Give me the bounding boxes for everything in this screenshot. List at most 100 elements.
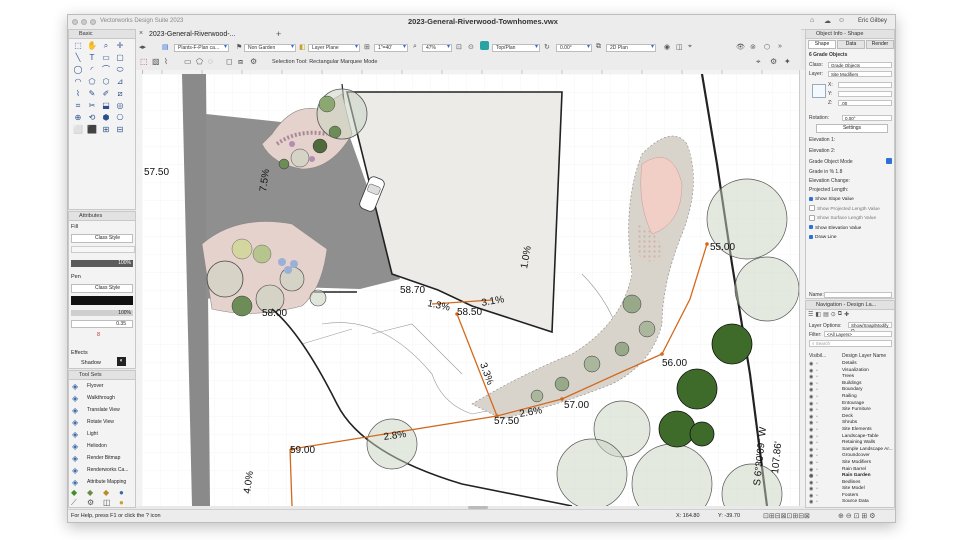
search-input[interactable]: ⌕ Search (809, 340, 892, 347)
basic-tool-icon[interactable]: ◎ (113, 100, 127, 112)
basic-tool-icon[interactable]: ⬢ (99, 112, 113, 124)
basic-tool-icon[interactable]: ⊟ (113, 124, 127, 136)
basic-tool-icon[interactable]: ⬠ (85, 76, 99, 88)
y-field[interactable] (838, 91, 892, 97)
layer-visibility-icon[interactable]: ◉ (809, 407, 813, 414)
basic-tool-icon[interactable]: ⬚ (71, 40, 85, 52)
back-icon[interactable]: ◂▸ (139, 43, 146, 51)
group-icon[interactable]: ⧈ (238, 57, 243, 67)
basic-tool-icon[interactable]: ⊿ (113, 76, 127, 88)
camera-view-icon[interactable]: ⊚ (750, 43, 756, 51)
layer-visibility-icon[interactable]: ◉ (809, 401, 813, 408)
lighting-icon[interactable]: ⊙ (468, 43, 474, 51)
lasso-mode-icon[interactable]: ⌇ (164, 57, 168, 66)
basic-tool-icon[interactable]: ⌗ (71, 100, 85, 112)
basic-tool-icon[interactable]: ⬛ (85, 124, 99, 136)
layer-visibility-icon[interactable]: ◉ (809, 361, 813, 368)
refs-tab-icon[interactable]: ⧉ (838, 311, 842, 320)
drawing-canvas[interactable]: 57.50 7.5% 1.0% 58.70 1.3% 58.50 3.1% 58… (142, 74, 799, 506)
layer-visibility-icon[interactable]: ◉ (809, 440, 813, 447)
option-checkbox[interactable]: Show Projected Length Value (809, 205, 894, 215)
smart-point-icon[interactable]: ✦ (784, 57, 791, 66)
layer-visibility-icon[interactable]: ◉ (809, 493, 813, 500)
basic-tool-icon[interactable]: ╲ (71, 52, 85, 64)
cloud-icon[interactable]: ☁ (824, 17, 831, 25)
layer-row[interactable]: ◉ ▫ Groundcover (806, 453, 895, 460)
layer-visibility-icon[interactable]: ◉ (809, 499, 813, 506)
select-rect-icon[interactable]: ▭ (184, 57, 192, 66)
render-mode-combo[interactable]: 2D Plan (606, 44, 656, 52)
layer-icon[interactable]: ◧ (299, 43, 306, 51)
new-tab-icon[interactable]: + (276, 29, 281, 39)
select-lasso-icon[interactable]: ◌ (208, 57, 213, 66)
user-icon[interactable]: ☺ (838, 17, 845, 24)
symbols-tab-icon[interactable]: ✚ (844, 311, 849, 320)
saved-view-icon[interactable]: ▤ (162, 43, 169, 51)
tool-set-item[interactable]: ◈ Attribute Mapping (69, 476, 137, 488)
clip-cube-icon[interactable]: ◫ (676, 43, 683, 51)
basic-tool-icon[interactable]: ✛ (113, 40, 127, 52)
grade-mode-dropdown[interactable] (886, 158, 892, 164)
layer-visibility-icon[interactable]: ◉ (809, 374, 813, 381)
detailing-icon[interactable]: ⚙ (87, 498, 103, 508)
layer-visibility-icon[interactable]: ◉ (809, 486, 813, 493)
layer-row[interactable]: ◉ ▫ Railing (806, 394, 895, 401)
pen-swatch[interactable] (71, 296, 133, 305)
layer-visibility-icon[interactable]: ◉ (809, 453, 813, 460)
building-shell-icon[interactable]: ◆ (103, 488, 119, 498)
layers-tab-icon[interactable]: ◧ (815, 311, 821, 320)
basic-tool-icon[interactable]: ◯ (71, 64, 85, 76)
tool-set-item[interactable]: ◈ Rotate View (69, 416, 137, 428)
layer-visibility-icon[interactable]: ⧉ (596, 43, 601, 51)
option-checkbox[interactable]: Show Elevation Value (809, 224, 894, 234)
tool-set-item[interactable]: ◈ Light (69, 428, 137, 440)
scale-icon[interactable]: ⊞ (364, 43, 370, 51)
layer-visibility-icon[interactable]: ◉ (809, 480, 813, 487)
snap-toggles-icon[interactable]: ⊡⊞⊟⊠⊡⊞⊟⊠ (763, 510, 810, 522)
angle-combo[interactable]: 0.00° (556, 44, 592, 52)
zoom-combo[interactable]: 47% (422, 44, 452, 52)
basic-tool-icon[interactable]: ⌕ (99, 40, 113, 52)
pen-opacity[interactable]: 100% (71, 310, 133, 316)
palette-controls-icon[interactable]: ⊕ ⊖ ⊡ ⊞ ⚙ (838, 510, 876, 522)
fill-opacity[interactable]: 100% (71, 260, 133, 267)
layer-visibility-icon[interactable]: ◉ (809, 368, 813, 375)
class-combo[interactable]: Non Garden (244, 44, 296, 52)
tool-set-item[interactable]: ◈ Renderworks Ca... (69, 464, 137, 476)
shadow-toggle-icon[interactable]: ◐ (117, 357, 126, 366)
layer-row[interactable]: ◉ ▫ Source Data (806, 499, 895, 506)
visibility-icon[interactable]: ◉ (664, 43, 670, 51)
tool-set-item[interactable]: ◈ Translate View (69, 404, 137, 416)
pen-style-select[interactable]: Class Style (71, 284, 133, 293)
snap-settings-icon[interactable]: ⚙ (770, 57, 777, 66)
fill-swatch[interactable] (71, 246, 135, 253)
document-tab[interactable]: 2023-General-Riverwood-... (149, 31, 235, 38)
scale-combo[interactable]: 1"=40' (374, 44, 408, 52)
basic-tool-icon[interactable]: ⬭ (113, 64, 127, 76)
tab-shape[interactable]: Shape (808, 40, 836, 49)
layer-row[interactable]: ◉ ▫ Trees (806, 374, 895, 381)
cursor-snap-icon[interactable]: ⌖ (688, 43, 692, 51)
layer-field[interactable]: Site Modifiers (828, 71, 892, 77)
tool-set-item[interactable]: ◈ Flyover (69, 380, 137, 392)
layer-row[interactable]: ◉ ▫ Site Model (806, 486, 895, 493)
single-object-icon[interactable]: ◻ (226, 57, 233, 66)
basic-tool-icon[interactable]: ⌒ (99, 64, 113, 76)
option-checkbox[interactable]: Show Slope Value (809, 195, 894, 205)
basic-tool-icon[interactable]: ⬡ (99, 76, 113, 88)
basic-tool-icon[interactable]: ▭ (99, 52, 113, 64)
basic-tool-icon[interactable]: ⌇ (71, 88, 85, 100)
z-field[interactable]: .00 (838, 100, 892, 106)
views-tab-icon[interactable]: ⊙ (831, 311, 836, 320)
layer-row[interactable]: ◉ ▫ Rain Garden (806, 473, 895, 480)
site-planning-icon[interactable]: ◆ (71, 488, 87, 498)
layer-visibility-icon[interactable]: ◉ (809, 414, 813, 421)
furniture-icon[interactable]: ◫ (103, 498, 119, 508)
basic-tool-icon[interactable]: ✎ (85, 88, 99, 100)
dimension-icon[interactable]: ⟋ (71, 498, 87, 508)
expand-icon[interactable]: » (778, 43, 782, 50)
snap-icon[interactable]: ⌖ (756, 57, 761, 67)
option-checkbox[interactable]: Draw Line (809, 233, 894, 243)
class-field[interactable]: Grade Objects (828, 62, 892, 68)
arrowhead-icon[interactable]: 8 (97, 332, 100, 338)
